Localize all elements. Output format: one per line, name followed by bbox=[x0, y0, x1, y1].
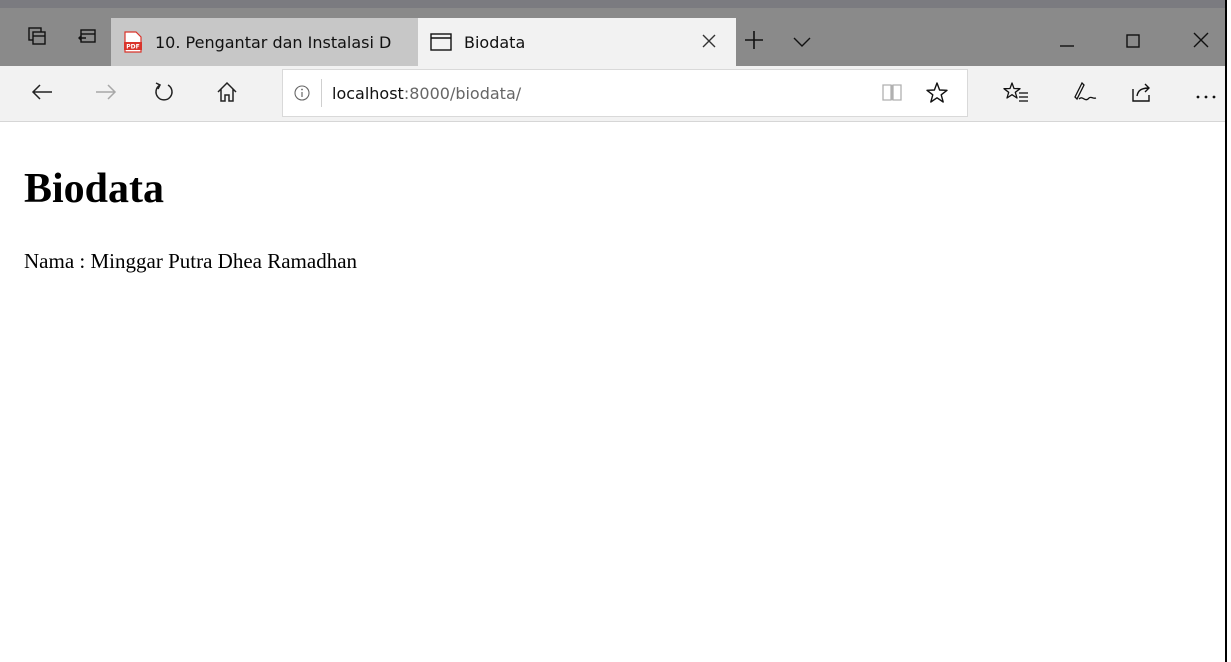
name-value: Minggar Putra Dhea Ramadhan bbox=[90, 249, 358, 273]
page-icon bbox=[430, 33, 452, 51]
favorite-star-icon[interactable] bbox=[925, 81, 949, 109]
favorites-list-icon bbox=[1003, 81, 1029, 107]
url-text[interactable]: localhost:8000/biodata/ bbox=[332, 84, 521, 103]
url-path: :8000/biodata/ bbox=[403, 83, 522, 103]
page-heading: Biodata bbox=[24, 166, 165, 212]
share-button[interactable] bbox=[1122, 74, 1162, 114]
tab-title: 10. Pengantar dan Instalasi D bbox=[155, 32, 392, 52]
tab-bar: PDF 10. Pengantar dan Instalasi D Biodat… bbox=[0, 0, 1231, 66]
more-dots-icon bbox=[1194, 85, 1218, 104]
address-separator bbox=[321, 79, 322, 107]
close-icon bbox=[702, 34, 716, 48]
minimize-button[interactable] bbox=[1042, 22, 1092, 62]
back-button[interactable] bbox=[22, 74, 62, 114]
tab-biodata[interactable]: Biodata bbox=[418, 18, 736, 66]
tab-pdf[interactable]: PDF 10. Pengantar dan Instalasi D bbox=[111, 18, 418, 66]
chevron-down-icon bbox=[793, 33, 811, 52]
forward-button[interactable] bbox=[86, 74, 126, 114]
pdf-icon: PDF bbox=[123, 31, 143, 53]
window-edge bbox=[1225, 0, 1231, 662]
close-window-button[interactable] bbox=[1176, 22, 1226, 62]
navigation-toolbar: localhost:8000/biodata/ bbox=[0, 66, 1231, 122]
forward-arrow-icon bbox=[95, 83, 117, 105]
tab-list-button[interactable] bbox=[784, 22, 820, 62]
site-info-icon[interactable] bbox=[283, 85, 321, 101]
page-content: Biodata Nama : Minggar Putra Dhea Ramadh… bbox=[0, 123, 1225, 662]
home-icon bbox=[216, 81, 238, 107]
minimize-icon bbox=[1060, 33, 1074, 52]
url-host: localhost bbox=[332, 83, 404, 103]
new-tab-button[interactable] bbox=[736, 22, 772, 62]
more-button[interactable] bbox=[1186, 74, 1226, 114]
share-icon bbox=[1131, 81, 1153, 107]
maximize-button[interactable] bbox=[1108, 22, 1158, 62]
close-tab-button[interactable] bbox=[698, 30, 720, 52]
home-button[interactable] bbox=[207, 74, 247, 114]
pen-icon bbox=[1071, 81, 1097, 107]
tab-preview-button[interactable] bbox=[20, 18, 54, 58]
biodata-name-line: Nama : Minggar Putra Dhea Ramadhan bbox=[24, 249, 357, 274]
set-aside-tabs-button[interactable] bbox=[70, 18, 104, 58]
close-icon bbox=[1193, 32, 1209, 52]
maximize-icon bbox=[1126, 33, 1140, 52]
set-aside-icon bbox=[78, 28, 96, 48]
address-bar[interactable]: localhost:8000/biodata/ bbox=[282, 69, 968, 117]
web-note-button[interactable] bbox=[1064, 74, 1104, 114]
svg-text:PDF: PDF bbox=[126, 44, 139, 51]
tab-title: Biodata bbox=[464, 32, 526, 52]
reading-view-icon[interactable] bbox=[881, 82, 903, 106]
name-separator: : bbox=[74, 249, 91, 273]
plus-icon bbox=[743, 29, 765, 55]
tab-preview-icon bbox=[28, 27, 46, 49]
back-arrow-icon bbox=[31, 83, 53, 105]
refresh-button[interactable] bbox=[144, 74, 184, 114]
name-label: Nama bbox=[24, 249, 75, 273]
favorites-hub-button[interactable] bbox=[996, 74, 1036, 114]
refresh-icon bbox=[153, 81, 175, 107]
